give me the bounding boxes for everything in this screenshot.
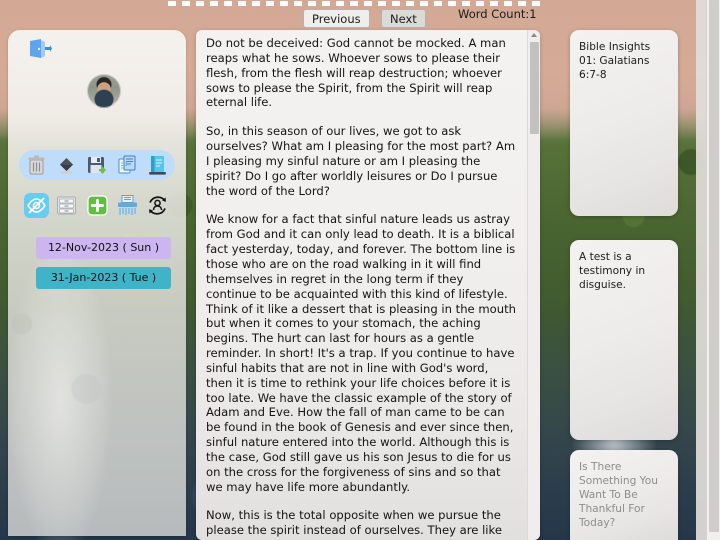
- editor-scrollbar-thumb[interactable]: [530, 42, 539, 134]
- word-count-label: Word Count:1: [458, 7, 537, 21]
- hide-eye-icon[interactable]: [24, 192, 49, 218]
- tool-row-secondary: [19, 190, 175, 220]
- read-book-icon[interactable]: [145, 153, 170, 178]
- user-avatar[interactable]: [87, 74, 121, 108]
- window-scrollbar-thumb[interactable]: [709, 0, 719, 532]
- editor-paragraph: So, in this season of our lives, we got …: [206, 124, 516, 198]
- logout-door-icon[interactable]: [28, 38, 52, 60]
- date-chip-1[interactable]: 12-Nov-2023 ( Sun ): [36, 237, 171, 259]
- previous-button[interactable]: Previous: [303, 9, 370, 28]
- left-sidebar-panel: 12-Nov-2023 ( Sun ) 31-Jan-2023 ( Tue ): [8, 30, 186, 536]
- eraser-icon[interactable]: [54, 153, 79, 178]
- note-editor-panel: Do not be deceived: God cannot be mocked…: [196, 30, 540, 540]
- save-icon[interactable]: [85, 153, 110, 178]
- scroll-up-arrow-icon[interactable]: [531, 33, 537, 37]
- editor-paragraph: We know for a fact that sinful nature le…: [206, 212, 517, 494]
- tool-row-primary: [19, 150, 175, 180]
- delete-icon[interactable]: [24, 153, 49, 178]
- archive-cabinet-icon[interactable]: [54, 193, 79, 218]
- application-window: Previous Next Word Count:1 12-Nov-2023 (…: [0, 0, 720, 540]
- note-card-placeholder[interactable]: Is There Something You Want To Be Thankf…: [570, 450, 678, 540]
- window-scrollbar[interactable]: [706, 0, 720, 540]
- note-editor-text[interactable]: Do not be deceived: God cannot be mocked…: [196, 30, 526, 540]
- window-scrollbar-gutter: [696, 0, 706, 540]
- copy-icon[interactable]: [115, 153, 140, 178]
- shredder-icon[interactable]: [115, 193, 140, 218]
- editor-scrollbar[interactable]: [527, 30, 540, 540]
- add-new-icon[interactable]: [85, 193, 110, 218]
- note-card-text: A test is a testimony in disguise.: [579, 251, 646, 291]
- note-card[interactable]: Bible Insights 01: Galatians 6:7-8: [570, 30, 678, 216]
- sync-user-icon[interactable]: [145, 193, 170, 218]
- editor-paragraph: Now, this is the total opposite when we …: [206, 508, 506, 540]
- note-card-text: Bible Insights 01: Galatians 6:7-8: [579, 41, 651, 81]
- date-chip-2[interactable]: 31-Jan-2023 ( Tue ): [36, 267, 171, 289]
- note-card[interactable]: A test is a testimony in disguise.: [570, 240, 678, 440]
- note-card-text: Is There Something You Want To Be Thankf…: [579, 461, 658, 529]
- dashed-marquee-strip: [168, 1, 544, 6]
- editor-paragraph: Do not be deceived: God cannot be mocked…: [206, 36, 506, 110]
- next-button[interactable]: Next: [381, 9, 426, 28]
